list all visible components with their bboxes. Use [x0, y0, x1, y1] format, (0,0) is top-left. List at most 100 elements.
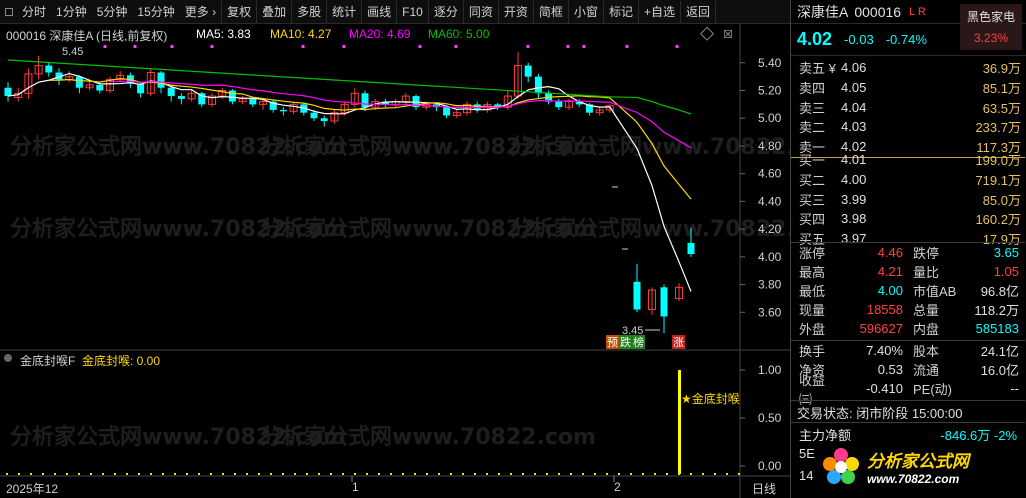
stat-value: -- [1010, 381, 1019, 396]
stat-row: 收益㈢ -0.410 PE(动) -- [791, 373, 1025, 407]
stat-row: 最高 4.21 量比 1.05 [791, 262, 1025, 281]
asks-label: 卖三 [799, 100, 826, 116]
stat-key: 换手 [799, 344, 826, 359]
signal-dot [418, 45, 422, 48]
signal-dot [625, 45, 629, 48]
toolbar-item-13[interactable]: 开资 [499, 0, 534, 23]
signal-dot [526, 45, 530, 48]
toolbar-item-17[interactable]: +自选 [639, 0, 681, 23]
sector-change: 3.23% [973, 31, 1009, 45]
toolbar-item-7[interactable]: 多股 [292, 0, 328, 23]
candle-body [228, 90, 236, 102]
toolbar-item-3[interactable]: 15分钟 [132, 1, 179, 23]
baseline-dot [474, 473, 476, 475]
toolbar-item-2[interactable]: 5分钟 [92, 1, 133, 23]
candle-body [249, 98, 257, 105]
toolbar-item-9[interactable]: 画线 [362, 0, 398, 23]
toolbar-item-15[interactable]: 小窗 [569, 0, 604, 23]
baseline-dot [6, 473, 8, 475]
flower-logo-icon [823, 448, 859, 484]
stat-key: 最高 [799, 265, 826, 280]
bids-row[interactable]: 买二 4.00 719.1万 [791, 170, 1025, 190]
price-change-pct: -0.74% [885, 32, 927, 47]
baseline-dot [426, 473, 428, 475]
stat-row: 涨停 4.46 跌停 3.65 [791, 243, 1025, 262]
badge-text: 涨 [673, 336, 684, 349]
period-label[interactable]: 日线 [752, 480, 776, 497]
stats-secondary: 换手 7.40% 股本 24.1亿 净资 0.53 流通 16.0亿 收益㈢ -0.410 PE(动… [791, 341, 1025, 407]
bids-volume: 719.1万 [975, 173, 1021, 189]
asks-row[interactable]: 卖五 ¥ 4.06 36.9万 [791, 58, 1025, 78]
toolbar-item-0[interactable]: 分时 [17, 1, 51, 23]
baseline-dot [582, 473, 584, 475]
kline-chart[interactable]: 分析家公式网www.70822.com 分析家公式网www.70822.com 分析… [0, 24, 790, 498]
y-tick-label: 3.60 [758, 305, 782, 319]
baseline-dot [690, 473, 692, 475]
baseline-dot [90, 473, 92, 475]
toolbar-item-5[interactable]: 复权 [222, 0, 258, 23]
divider [791, 422, 1025, 423]
asks-row[interactable]: 卖四 4.05 85.1万 [791, 78, 1025, 98]
toolbar-item-10[interactable]: F10 [397, 0, 429, 23]
asks-label: 卖五 ¥ [799, 61, 836, 77]
baseline-dot [354, 473, 356, 475]
sector-box[interactable]: 黑色家电 3.23% [960, 4, 1022, 50]
baseline-dot [606, 473, 608, 475]
baseline-dot [654, 473, 656, 475]
y-tick-label: 5.20 [758, 84, 782, 98]
asks-row[interactable]: 卖三 4.04 63.5万 [791, 97, 1025, 117]
stock-code: 000016 [854, 3, 902, 20]
asks-volume: 85.1万 [982, 81, 1021, 97]
toolbar-item-14[interactable]: 简框 [534, 0, 569, 23]
asks-label: 卖四 [799, 81, 826, 97]
stat-value: 4.46 [877, 245, 903, 260]
toolbar-item-18[interactable]: 返回 [681, 0, 716, 23]
sector-name: 黑色家电 [966, 10, 1015, 24]
asks-price: 4.05 [841, 80, 867, 96]
bids-row[interactable]: 买一 4.01 199.0万 [791, 150, 1025, 170]
sub-y-tick-label: 0.00 [758, 459, 782, 473]
site-logo: 分析家公式网 www.70822.com [821, 440, 1021, 492]
stat-key: 最低 [799, 284, 826, 299]
bid-book: 买一 4.01 199.0万 买二 4.00 719.1万 买三 3.99 85.0万 买四 3.9… [791, 150, 1025, 248]
bids-row[interactable]: 买三 3.99 85.0万 [791, 189, 1025, 209]
toolbar-item-11[interactable]: 逐分 [429, 0, 464, 23]
y-tick-label: 4.60 [758, 167, 782, 181]
bids-volume: 199.0万 [975, 153, 1021, 169]
high-price-marker: 5.45 [62, 46, 84, 58]
asks-row[interactable]: 卖二 4.03 233.7万 [791, 117, 1025, 137]
candle-body [4, 87, 12, 97]
toolbar-item-1[interactable]: 1分钟 [51, 1, 92, 23]
toolbar-item-4[interactable]: 更多 › [180, 0, 223, 23]
baseline-dot [594, 473, 596, 475]
toolbar-item-12[interactable]: 同资 [464, 0, 499, 23]
candle-body [310, 112, 318, 119]
baseline-dot [414, 473, 416, 475]
signal-dot [133, 45, 137, 48]
candle-body [534, 76, 542, 94]
baseline-dot [78, 473, 80, 475]
toolbar-item-16[interactable]: 标记 [604, 0, 639, 23]
signal-dot [454, 45, 458, 48]
signal-label: ★金底封喉 [681, 392, 740, 406]
baseline-dot [714, 473, 716, 475]
toolbar-item-8[interactable]: 统计 [327, 0, 363, 23]
ma60-label: MA60: 5.00 [428, 27, 490, 41]
candle-body [167, 87, 175, 97]
stat-key: 跌停 [913, 246, 940, 261]
bids-label: 买四 [799, 212, 826, 228]
chart-area[interactable]: 分析家公式网www.70822.com 分析家公式网www.70822.com 分析… [0, 24, 790, 498]
ma5-label: MA5: 3.83 [196, 27, 251, 41]
toolbar-item-6[interactable]: 叠加 [257, 0, 293, 23]
baseline-dot [462, 473, 464, 475]
bids-row[interactable]: 买四 3.98 160.2万 [791, 209, 1025, 229]
stat-value: 596627 [859, 321, 903, 336]
baseline-dot [186, 473, 188, 475]
baseline-dot [330, 473, 332, 475]
checkbox-icon[interactable] [5, 7, 13, 16]
diamond-icon [699, 26, 715, 41]
signal-bar [678, 370, 681, 474]
baseline-dot [198, 473, 200, 475]
candle-body [443, 107, 451, 116]
sub-y-tick-label: 1.00 [758, 363, 782, 377]
